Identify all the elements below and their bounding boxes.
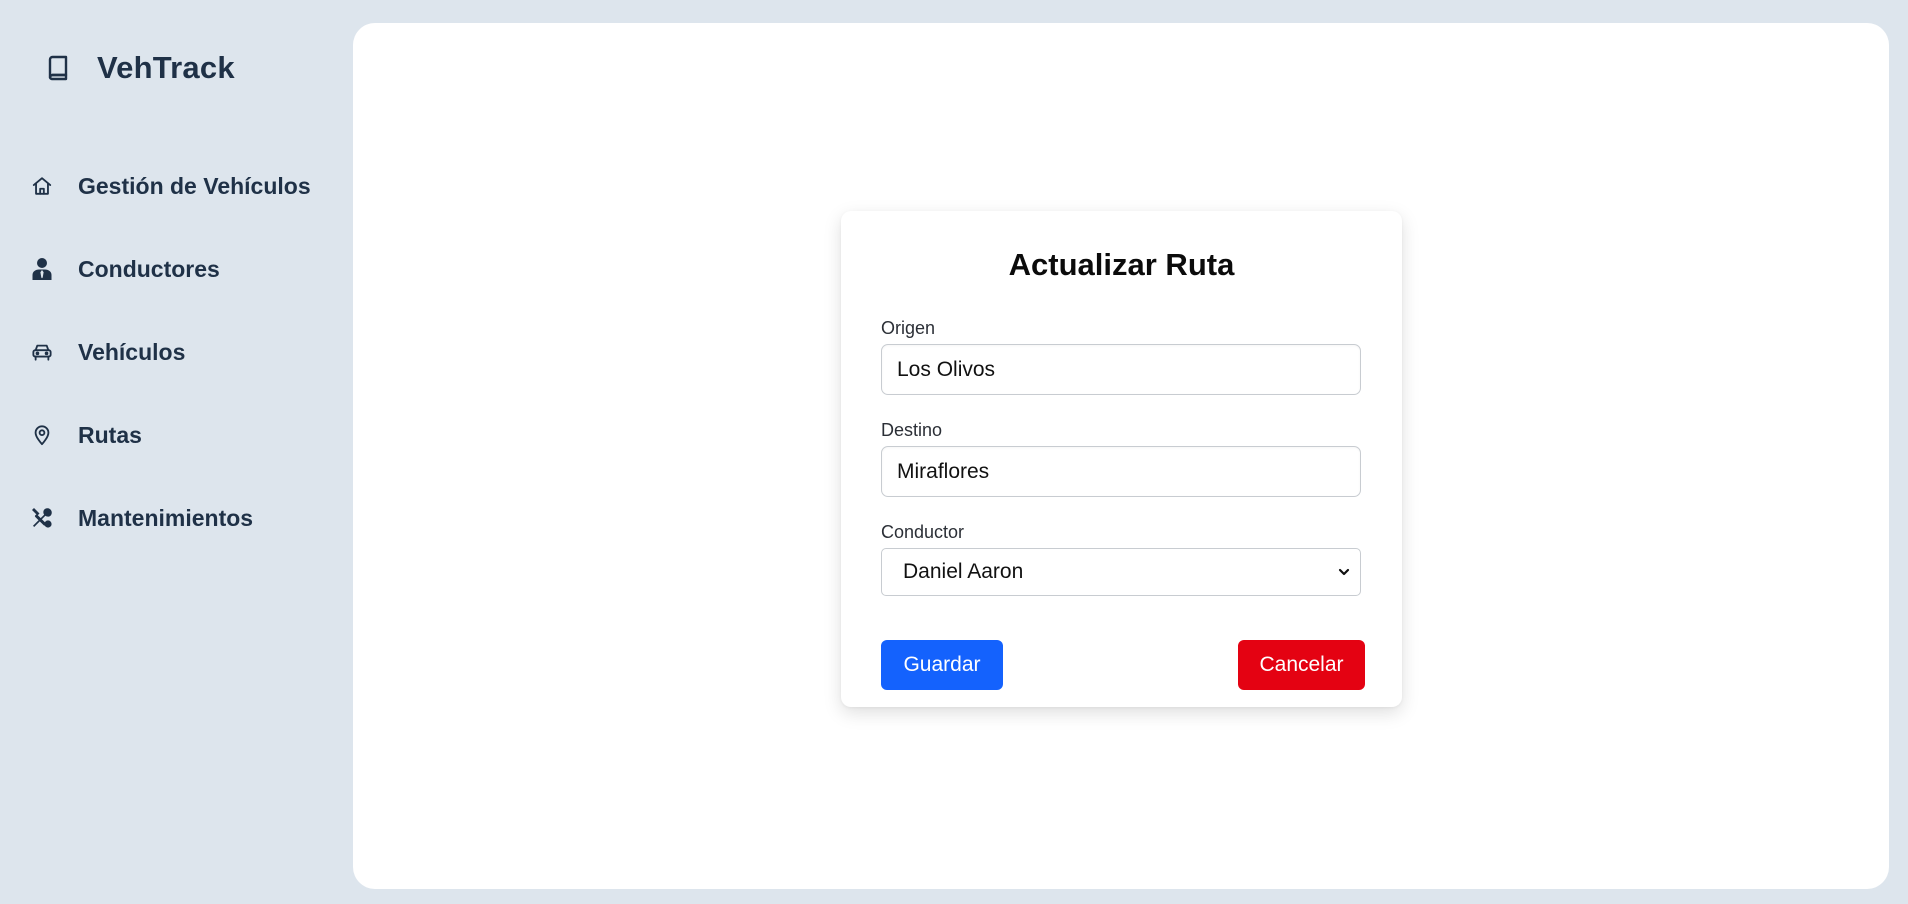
app-title: VehTrack — [97, 50, 235, 85]
sidebar-nav: Gestión de Vehículos Conductores Vehícul… — [30, 166, 311, 581]
sidebar-item-vehiculos[interactable]: Vehículos — [30, 332, 311, 372]
sidebar-item-label: Vehículos — [78, 338, 186, 365]
update-route-form: Actualizar Ruta Origen Destino Conductor… — [841, 211, 1402, 707]
chevron-down-icon — [1336, 564, 1352, 580]
car-icon — [30, 340, 54, 364]
sidebar-item-label: Conductores — [78, 255, 220, 282]
sidebar-item-rutas[interactable]: Rutas — [30, 415, 311, 455]
sidebar-item-label: Gestión de Vehículos — [78, 172, 311, 199]
tools-icon — [30, 506, 54, 530]
origen-input[interactable] — [881, 344, 1361, 395]
sidebar-item-conductores[interactable]: Conductores — [30, 249, 311, 289]
app-root: VehTrack Gestión de Vehículos Conductore… — [0, 0, 1908, 904]
origen-label: Origen — [881, 318, 936, 338]
brand[interactable]: VehTrack — [44, 48, 235, 88]
sidebar-item-mantenimientos[interactable]: Mantenimientos — [30, 498, 311, 538]
save-button[interactable]: Guardar — [881, 640, 1003, 690]
form-title: Actualizar Ruta — [1008, 247, 1235, 282]
destino-label: Destino — [881, 420, 943, 440]
conductor-label: Conductor — [881, 522, 965, 542]
map-pin-icon — [30, 423, 54, 447]
main-panel: Actualizar Ruta Origen Destino Conductor… — [353, 23, 1889, 889]
conductor-selected-value: Daniel Aaron — [903, 560, 1024, 583]
sidebar-item-label: Rutas — [78, 421, 142, 448]
sidebar: VehTrack Gestión de Vehículos Conductore… — [0, 0, 352, 904]
destino-input[interactable] — [881, 446, 1361, 497]
cancel-button[interactable]: Cancelar — [1238, 640, 1365, 690]
book-icon — [44, 54, 72, 82]
conductor-select[interactable]: Daniel Aaron — [881, 548, 1361, 596]
sidebar-item-gestion-vehiculos[interactable]: Gestión de Vehículos — [30, 166, 311, 206]
user-tie-icon — [30, 257, 54, 281]
home-icon — [30, 174, 54, 198]
sidebar-item-label: Mantenimientos — [78, 504, 254, 531]
